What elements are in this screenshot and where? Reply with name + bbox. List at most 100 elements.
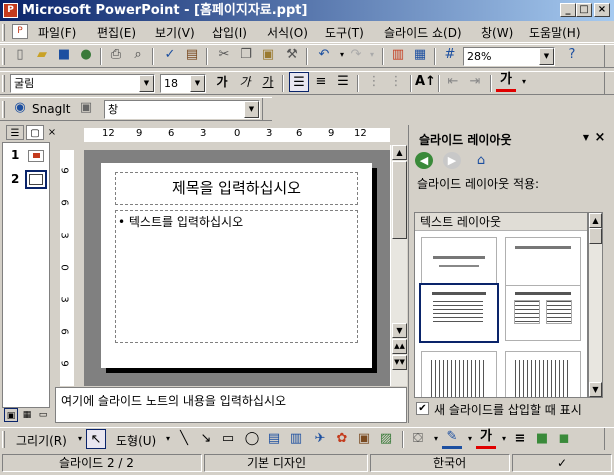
layout-vertical-text[interactable] [421,351,497,397]
scroll-thumb[interactable] [392,161,407,239]
picture-icon[interactable]: ▨ [376,429,396,449]
format-painter-icon[interactable]: ⚒ [282,45,302,65]
spelling-status-icon[interactable]: ✓ [512,454,612,472]
document-icon[interactable]: P [12,24,28,39]
cut-icon[interactable]: ✂ [214,45,234,65]
close-button[interactable]: × [594,3,610,17]
normal-view-icon[interactable]: ▣ [4,408,18,422]
maximize-button[interactable]: □ [576,3,592,17]
toolbar-options-icon[interactable] [262,98,272,120]
previous-slide-icon[interactable]: ▲▲ [392,339,407,354]
chevron-down-icon[interactable]: ▼ [139,75,154,92]
align-right-icon[interactable]: ☰ [333,72,353,92]
research-icon[interactable]: ▤ [182,45,202,65]
toolbar-grip[interactable] [2,101,5,118]
menu-help[interactable]: 도움말(H) [529,24,581,41]
draw-menu[interactable]: 그리기(R) [16,432,67,449]
forward-icon[interactable]: ▶ [443,152,461,169]
align-center-icon[interactable]: ≡ [311,72,331,92]
shadow-style-icon[interactable]: ■ [532,429,552,449]
arrow-icon[interactable]: ↘ [196,429,216,449]
bullets-icon[interactable]: ⋮ [386,72,406,92]
toolbar-options-icon[interactable] [604,428,614,450]
menu-insert[interactable]: 삽입(I) [212,24,247,41]
redo-dropdown-icon[interactable]: ▾ [362,45,382,65]
powerpoint-app-icon[interactable]: P [3,3,18,18]
snagit-label[interactable]: SnagIt [32,102,70,116]
menu-view[interactable]: 보기(V) [155,24,195,41]
title-placeholder[interactable]: 제목을 입력하십시오 [115,172,358,205]
toolbar-grip[interactable] [2,48,5,65]
diagram-icon[interactable]: ✿ [332,429,352,449]
slideshow-view-icon[interactable]: ▭ [36,408,50,422]
open-icon[interactable]: ▰ [32,45,52,65]
task-pane-menu-icon[interactable]: ▼ [579,128,593,148]
menu-file[interactable]: 파일(F) [38,24,76,41]
autoshapes-menu[interactable]: 도형(U) [116,432,156,449]
zoom-combo[interactable]: 28% ▼ [463,47,555,66]
wordart-icon[interactable]: ✈ [310,429,330,449]
notes-pane[interactable]: 여기에 슬라이드 노트의 내용을 입력하십시오 [55,387,407,423]
font-name-combo[interactable]: 굴림 ▼ [10,74,155,93]
home-icon[interactable]: ⌂ [471,151,491,170]
layout-title-and-text[interactable] [419,283,499,343]
undo-icon[interactable]: ↶ [314,45,334,65]
align-left-icon[interactable]: ☰ [289,72,309,92]
back-icon[interactable]: ◀ [415,152,433,169]
clipart-icon[interactable]: ▣ [354,429,374,449]
rectangle-icon[interactable]: ▭ [218,429,238,449]
save-icon[interactable]: ■ [54,45,74,65]
numbering-icon[interactable]: ⋮ [364,72,384,92]
scroll-down-icon[interactable]: ▼ [589,382,602,397]
fill-color-icon[interactable]: ⛋ [408,429,428,449]
new-icon[interactable]: ▯ [10,45,30,65]
toolbar-options-icon[interactable] [604,45,614,67]
chevron-down-icon[interactable]: ▼ [244,101,259,118]
menu-tools[interactable]: 도구(T) [325,24,364,41]
spelling-icon[interactable]: ✓ [160,45,180,65]
layout-two-content[interactable] [505,285,581,341]
layout-vertical-title-text[interactable] [505,351,581,397]
scroll-up-icon[interactable]: ▲ [589,213,602,228]
slides-tab-icon[interactable]: ▢ [26,125,44,140]
close-icon[interactable]: × [593,128,607,148]
font-size-combo[interactable]: 18 ▼ [160,74,206,93]
increase-font-icon[interactable]: A↑ [415,72,436,92]
slide-thumbnail-1[interactable] [28,150,44,162]
body-placeholder[interactable]: • 텍스트를 입력하십시오 [115,210,358,343]
menu-window[interactable]: 창(W) [481,24,513,41]
snagit-settings-icon[interactable]: ▣ [76,98,96,118]
layouts-scrollbar[interactable]: ▲ ▼ [588,212,603,398]
sorter-view-icon[interactable]: ▦ [20,408,34,422]
menu-format[interactable]: 서식(O) [267,24,308,41]
underline-button[interactable]: 가 [258,72,278,92]
line-style-icon[interactable]: ≡ [510,429,530,449]
chevron-down-icon[interactable]: ▼ [190,75,205,92]
slide-thumbnail-2[interactable] [25,170,47,189]
toolbar-options-icon[interactable] [604,72,614,94]
paste-icon[interactable]: ▣ [258,45,278,65]
help-icon[interactable]: ? [562,45,582,65]
insert-table-icon[interactable]: ▦ [410,45,430,65]
vertical-textbox-icon[interactable]: ▥ [286,429,306,449]
increase-indent-icon[interactable]: ⇥ [465,72,485,92]
oval-icon[interactable]: ◯ [242,429,262,449]
scroll-thumb[interactable] [589,228,602,244]
3d-style-icon[interactable]: ◼ [554,429,574,449]
snagit-icon[interactable]: ◉ [10,98,30,118]
menu-edit[interactable]: 편집(E) [97,24,136,41]
insert-chart-icon[interactable]: ▥ [388,45,408,65]
italic-button[interactable]: 가 [235,72,255,92]
print-preview-icon[interactable]: ⌕ [128,45,148,65]
minimize-button[interactable]: _ [560,3,576,17]
next-slide-icon[interactable]: ▼▼ [392,355,407,370]
decrease-indent-icon[interactable]: ⇤ [443,72,463,92]
permission-icon[interactable]: ● [76,45,96,65]
scroll-down-icon[interactable]: ▼ [392,323,407,338]
select-objects-icon[interactable]: ↖ [86,429,106,449]
chevron-down-icon[interactable]: ▾ [514,72,534,92]
copy-icon[interactable]: ❐ [236,45,256,65]
toolbar-grip[interactable] [2,431,5,448]
line-icon[interactable]: ╲ [174,429,194,449]
show-on-insert-checkbox[interactable]: ✔ [416,402,429,415]
